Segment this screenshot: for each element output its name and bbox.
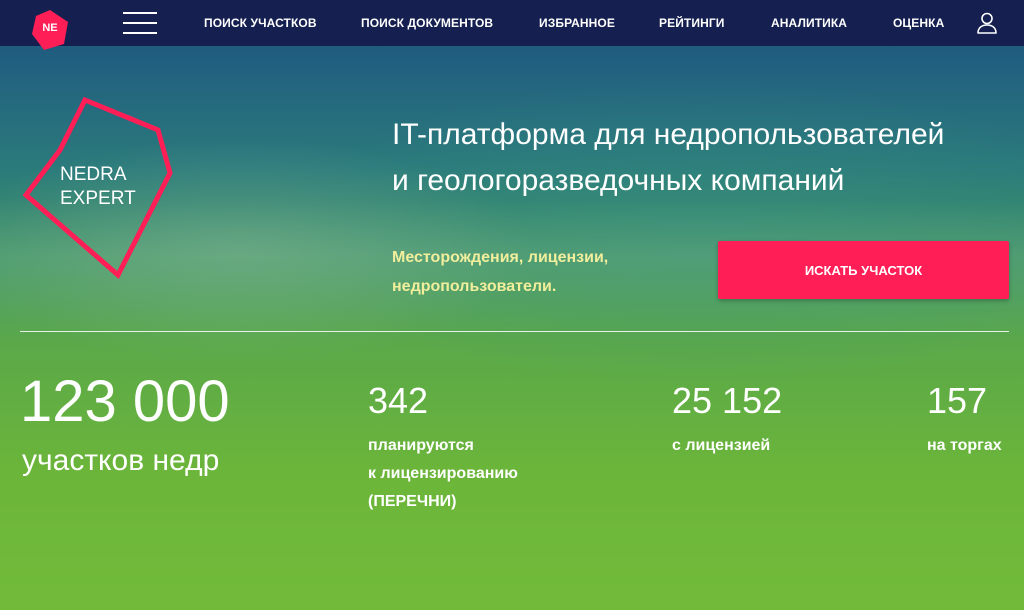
nav-item-assessment[interactable]: ОЦЕНКА (893, 16, 944, 30)
stat-licensed-value: 25 152 (672, 380, 783, 421)
stat-planned-label-line-1: планируются (368, 437, 474, 454)
brand-line-2: EXPERT (60, 188, 136, 209)
stat-licensed-label: с лицензией (672, 437, 771, 454)
subtitle-line-2: недропользователи. (392, 278, 557, 295)
stat-auction-label: на торгах (927, 437, 1002, 454)
nav-item-analytics[interactable]: АНАЛИТИКА (771, 16, 847, 30)
nav-item-ratings[interactable]: РЕЙТИНГИ (659, 16, 724, 30)
stat-planned-label-line-3: (ПЕРЕЧНИ) (368, 493, 457, 510)
brand-wordmark: NEDRA EXPERT (60, 163, 136, 211)
title-line-1: IT-платформа для недропользователей (392, 118, 945, 151)
nav-item-search-plots[interactable]: ПОИСК УЧАСТКОВ (204, 16, 317, 30)
subtitle-line-1: Месторождения, лицензии, (392, 249, 609, 266)
title-line-2: и геологоразведочных компаний (392, 164, 845, 197)
nav-item-search-documents[interactable]: ПОИСК ДОКУМЕНТОВ (361, 16, 493, 30)
stat-total-label: участков недр (22, 444, 220, 477)
stat-planned-label: планируются к лицензированию (ПЕРЕЧНИ) (368, 432, 518, 516)
stat-auction-value: 157 (927, 380, 988, 421)
brand-line-1: NEDRA (60, 164, 127, 185)
logo-text: NE (42, 22, 58, 34)
stat-total-value: 123 000 (20, 369, 230, 434)
divider (20, 331, 1009, 332)
user-icon[interactable] (975, 11, 999, 35)
stat-planned-label-line-2: к лицензированию (368, 465, 518, 482)
page-title: IT-платформа для недропользователей и ге… (392, 112, 944, 204)
top-nav: NE ПОИСК УЧАСТКОВ ПОИСК ДОКУМЕНТОВ ИЗБРА… (0, 0, 1024, 50)
search-plot-button[interactable]: ИСКАТЬ УЧАСТОК (718, 241, 1009, 299)
hamburger-menu-icon[interactable] (123, 12, 157, 34)
stat-planned-value: 342 (368, 380, 429, 421)
nav-item-favorites[interactable]: ИЗБРАННОЕ (539, 16, 615, 30)
page-subtitle: Месторождения, лицензии, недропользовате… (392, 243, 608, 301)
logo[interactable]: NE (30, 10, 70, 50)
